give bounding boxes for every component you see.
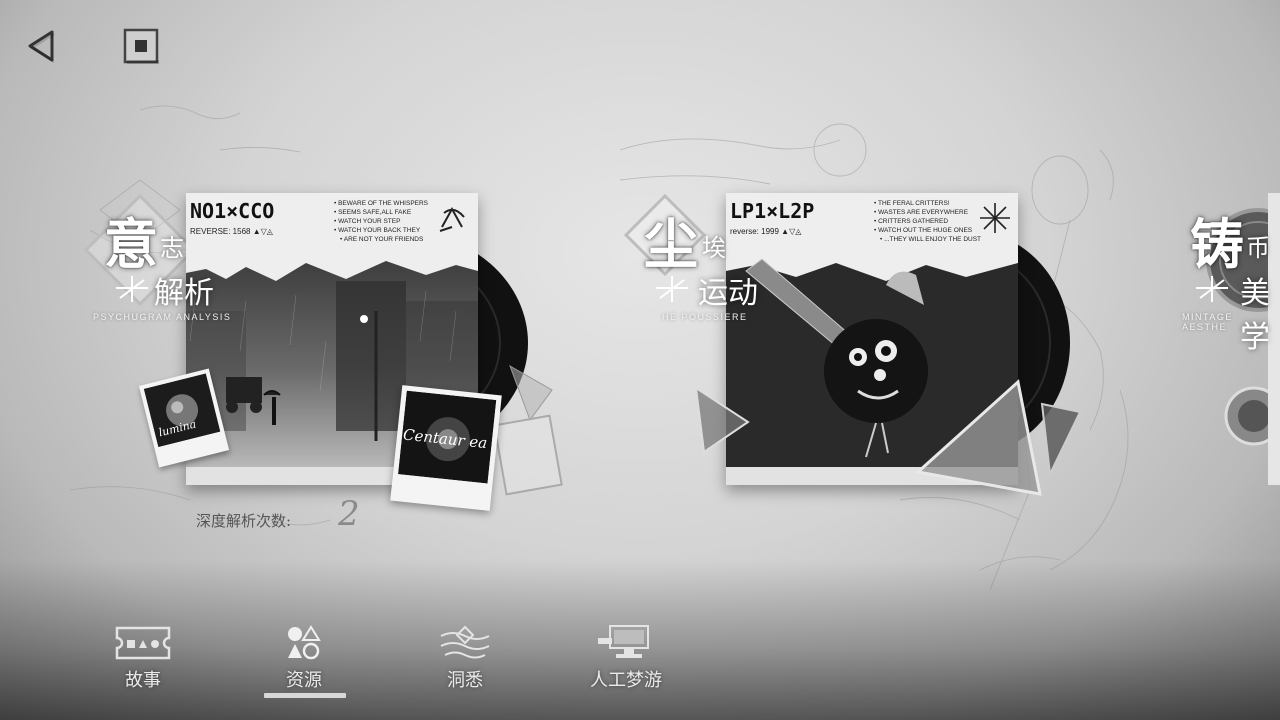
- home-button[interactable]: [118, 24, 164, 68]
- triangle-glyphs-icon: ▲▽◬: [252, 227, 273, 236]
- nav-insight[interactable]: 洞悉: [415, 624, 515, 696]
- diamond-waves-icon: [440, 625, 490, 659]
- ticket-icon: [115, 626, 171, 660]
- nav-label: 人工梦游: [590, 670, 662, 691]
- warning-notes: BEWARE OF THE WHISPERS SEEMS SAFE,ALL FA…: [334, 199, 428, 244]
- story-card-mintage[interactable]: 铸 币 美学 MINTAGE AESTHE: [1160, 190, 1280, 520]
- card-title-small: 币: [1246, 234, 1270, 262]
- story-card-poussiere[interactable]: LP1×L2P reverse: 1999 ▲▽◬ THE FERAL CRIT…: [620, 190, 1090, 520]
- note-line: WASTES ARE EVERYWHERE: [874, 208, 981, 217]
- polaroid-centaurea: Centaur ea: [390, 385, 502, 511]
- note-line: ARE NOT YOUR FRIENDS: [334, 235, 428, 244]
- card-title-english: MINTAGE AESTHE: [1182, 312, 1233, 332]
- note-line: THE FERAL CRITTERS!: [874, 199, 981, 208]
- album-code: LP1×L2P: [730, 199, 815, 223]
- note-line: WATCH YOUR STEP: [334, 217, 428, 226]
- card-title-small: 志: [160, 234, 184, 262]
- back-triangle-icon: [28, 30, 55, 63]
- triangle-glyphs-icon: ▲▽◬: [781, 227, 802, 236]
- story-card-psychugram[interactable]: NO1×CCO REVERSE: 1568 ▲▽◬ BEWARE OF THE …: [83, 190, 570, 520]
- card-title-english: PSYCHUGRAM ANALYSIS: [93, 312, 232, 322]
- warning-notes: THE FERAL CRITTERS! WASTES ARE EVERYWHER…: [874, 199, 981, 244]
- sparkle-icon: [1196, 276, 1228, 302]
- reverse-count: reverse: 1999 ▲▽◬: [730, 227, 802, 236]
- glass-shard-decoration: [493, 364, 563, 496]
- note-line: WATCH YOUR BACK THEY: [334, 226, 428, 235]
- card-title-main: 意: [104, 212, 158, 276]
- card-title-small: 埃: [702, 234, 726, 262]
- card-title-sub: 解析: [154, 276, 214, 311]
- card-title-english: HE POUSSIERE: [662, 312, 748, 322]
- nav-dream[interactable]: 人工梦游: [576, 624, 676, 696]
- nav-label: 资源: [286, 670, 322, 691]
- album-code: NO1×CCO: [190, 199, 275, 223]
- nav-story[interactable]: 故事: [93, 624, 193, 696]
- reverse-count: REVERSE: 1568 ▲▽◬: [190, 227, 273, 236]
- square-stop-icon: [123, 28, 159, 64]
- starburst-icon: [980, 203, 1010, 233]
- card-title-main: 尘: [644, 212, 698, 276]
- glass-triangle-decoration: [694, 385, 750, 454]
- nav-label: 洞悉: [447, 670, 483, 691]
- note-line: SEEMS SAFE,ALL FAKE: [334, 208, 428, 217]
- sparkle-icon: [656, 276, 688, 302]
- card-title-sub: 运动: [698, 276, 758, 311]
- back-button[interactable]: [22, 26, 62, 66]
- note-line: WATCH OUT THE HUGE ONES: [874, 226, 981, 235]
- shapes-icon: [288, 625, 321, 660]
- deep-analysis-count: 2: [338, 494, 360, 534]
- nav-active-indicator: [264, 693, 346, 698]
- nav-resources[interactable]: 资源: [254, 624, 354, 696]
- glass-triangle-decoration: [914, 379, 1082, 496]
- monitor-icon: [598, 625, 649, 658]
- note-line: CRITTERS GATHERED: [874, 217, 981, 226]
- sparkle-icon: [116, 276, 148, 302]
- nav-label: 故事: [125, 670, 161, 691]
- note-line: ...THEY WILL ENJOY THE DUST: [874, 235, 981, 244]
- note-line: BEWARE OF THE WHISPERS: [334, 199, 428, 208]
- emblem-icon: [439, 206, 465, 232]
- deep-analysis-label: 深度解析次数:: [196, 512, 292, 530]
- card-title-main: 铸: [1190, 212, 1244, 276]
